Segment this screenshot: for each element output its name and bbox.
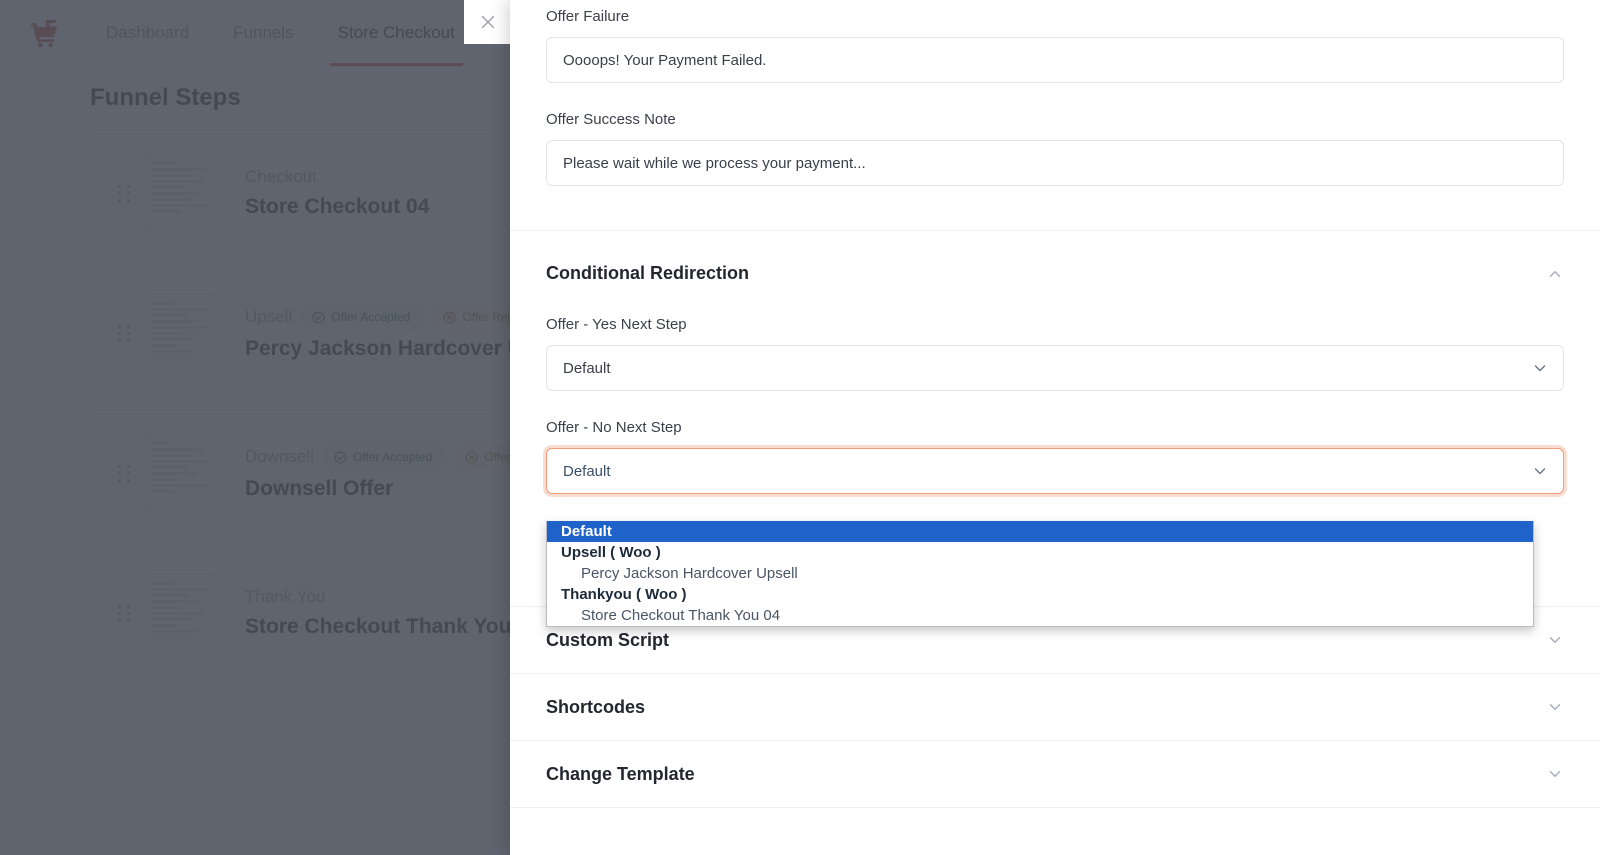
offer-no-next-step-option-list[interactable]: Default Upsell ( Woo ) Percy Jackson Har…	[546, 521, 1534, 627]
option-item[interactable]: Store Checkout Thank You 04	[547, 605, 1533, 626]
drawer-content: Offer Failure Offer Success Note Conditi…	[510, 0, 1600, 808]
section-divider	[510, 807, 1600, 808]
step-settings-drawer: Offer Failure Offer Success Note Conditi…	[510, 0, 1600, 855]
chevron-down-icon[interactable]	[1546, 631, 1564, 649]
offer-yes-next-step-label: Offer - Yes Next Step	[546, 316, 687, 333]
accordion-title: Shortcodes	[546, 696, 646, 717]
offer-yes-next-step-field-group: Offer - Yes Next Step Default	[546, 284, 1564, 391]
offer-success-note-input[interactable]	[546, 140, 1564, 186]
close-icon	[481, 15, 494, 29]
accordion-title: Conditional Redirection	[546, 263, 750, 283]
option-group-label: Thankyou ( Woo )	[561, 586, 687, 603]
offer-failure-input[interactable]	[546, 37, 1564, 83]
chevron-down-icon[interactable]	[1546, 698, 1564, 716]
option-item[interactable]: Default	[547, 521, 1533, 542]
accordion-title: Custom Script	[546, 629, 670, 650]
offer-no-next-step-field-group: Offer - No Next Step Default	[546, 391, 1564, 494]
accordion-shortcodes-header[interactable]: Shortcodes	[546, 674, 1564, 740]
offer-no-next-step-select[interactable]: Default	[546, 448, 1564, 494]
offer-yes-next-step-select-value[interactable]: Default	[546, 345, 1564, 391]
offer-yes-next-step-select[interactable]: Default	[546, 345, 1564, 391]
accordion-change-template-header[interactable]: Change Template	[546, 741, 1564, 807]
offer-failure-field-group: Offer Failure	[546, 0, 1564, 83]
option-group-label: Upsell ( Woo )	[561, 544, 661, 561]
option-item[interactable]: Percy Jackson Hardcover Upsell	[547, 563, 1533, 584]
chevron-up-icon[interactable]	[1546, 265, 1564, 283]
offer-success-note-label: Offer Success Note	[546, 111, 676, 128]
accordion-conditional-redirection-header[interactable]: Conditional Redirection	[546, 263, 1564, 284]
offer-success-note-field-group: Offer Success Note	[546, 83, 1564, 186]
offer-failure-label: Offer Failure	[546, 8, 630, 25]
chevron-down-icon[interactable]	[1546, 765, 1564, 783]
offer-no-next-step-label: Offer - No Next Step	[546, 419, 682, 436]
close-drawer-button[interactable]	[464, 0, 511, 44]
offer-no-next-step-select-value[interactable]: Default	[546, 448, 1564, 494]
accordion-title: Change Template	[546, 763, 695, 784]
